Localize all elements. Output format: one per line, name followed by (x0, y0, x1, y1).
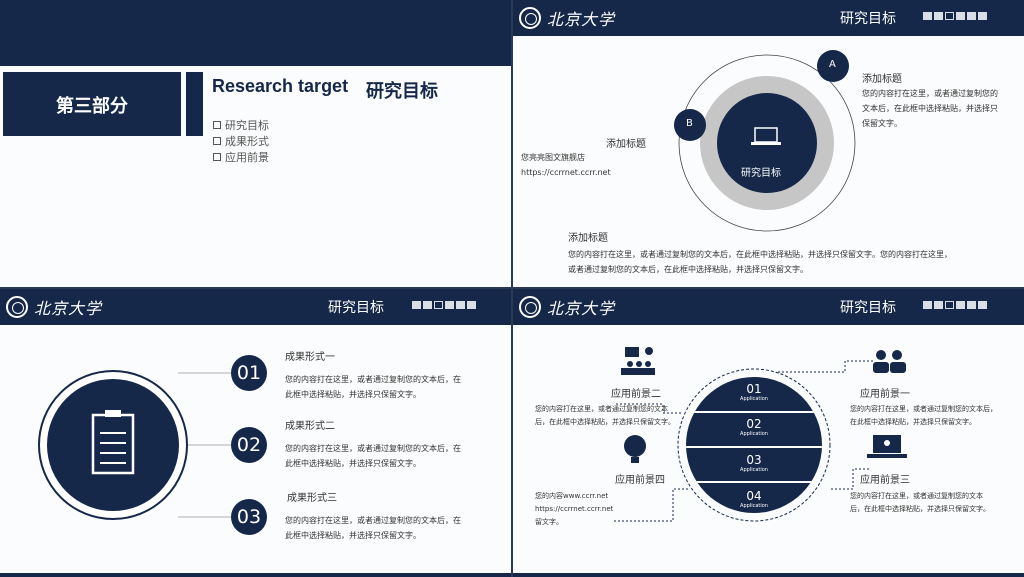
prospect-1-title: 应用前景一 (860, 389, 910, 400)
section-label: 第三部分 (56, 96, 128, 117)
checkbox-icon (213, 137, 221, 145)
item-number: 03 (231, 499, 267, 535)
band-2: 02 Application (740, 417, 768, 437)
item-number: 02 (231, 427, 267, 463)
prospect-4-title: 应用前景四 (615, 475, 665, 486)
center-label: 研究目标 (741, 168, 781, 179)
bottom-band (0, 573, 511, 577)
badge-a: A (829, 59, 836, 70)
title-en: Research target (212, 76, 349, 96)
a-text: 您的内容打在这里，或者通过复制您的 文本后，在此框中选择粘贴，并选择只 保留文字。 (862, 89, 998, 128)
item-text: 您的内容打在这里，或者通过复制您的文本后，在 此框中选择粘贴，并选择只保留文字。 (285, 444, 461, 468)
a-title: 添加标题 (862, 74, 902, 85)
prospect-4-text: 您的内容www.ccrr.net https://ccrrnet.ccrr.net… (535, 492, 614, 526)
prospect-2-title: 应用前景二 (611, 389, 661, 400)
band-4: 04 Application (740, 489, 768, 509)
slide-results: 北京大学 研究目标 01 02 03 成果形式一 您的内容打在这里，或者通过复制… (0, 289, 511, 577)
slide-applications: 北京大学 研究目标 01 Application 02 Application … (513, 289, 1024, 577)
bullet-item: 成果形式 (213, 134, 269, 150)
band-1: 01 Application (740, 382, 768, 402)
slide-section-cover: 第三部分 Research target 研究目标 研究目标 成果形式 应用前景 (0, 0, 511, 287)
prospect-1-text: 您的内容打在这里，或者通过复制您的文本后， 在此框中选择粘贴，并选择只保留文字。 (850, 405, 997, 426)
b-title: 添加标题 (606, 139, 646, 150)
item-number: 01 (231, 355, 267, 391)
slide-research-target: 北京大学 研究目标 研究目标 A B 添加标题 您的内容打在这里，或者通过复制您… (513, 0, 1024, 287)
item-text: 您的内容打在这里，或者通过复制您的文本后，在 此框中选择粘贴，并选择只保留文字。 (285, 516, 461, 540)
item-title: 成果形式三 (287, 493, 337, 504)
c-text: 您的内容打在这里，或者通过复制您的文本后，在此框中选择粘贴，并选择只保留文字。您… (568, 250, 952, 274)
prospect-2-text: 您的内容打在这里，或者通过复制您的文本 后，在此框中选择粘贴，并选择只保留文字。 (535, 405, 675, 426)
bullet-item: 研究目标 (213, 118, 269, 134)
laptop-video-icon (867, 435, 907, 458)
idea-icon (624, 435, 646, 463)
team-icon (873, 350, 906, 373)
prospect-3-text: 您的内容打在这里，或者通过复制您的文本 后，在此框中选择粘贴，并选择只保留文字。 (850, 492, 990, 513)
item-title: 成果形式一 (285, 352, 335, 363)
title-cn: 研究目标 (366, 81, 438, 102)
item-text: 您的内容打在这里，或者通过复制您的文本后，在 此框中选择粘贴，并选择只保留文字。 (285, 375, 461, 399)
c-title: 添加标题 (568, 233, 608, 244)
checkbox-icon (213, 121, 221, 129)
checkbox-icon (213, 153, 221, 161)
prospect-3-title: 应用前景三 (860, 475, 910, 486)
section-divider (186, 72, 203, 136)
bottom-band (513, 573, 1024, 577)
band-3: 03 Application (740, 453, 768, 473)
bullet-list: 研究目标 成果形式 应用前景 (213, 118, 269, 166)
badge-b: B (686, 118, 693, 129)
bullet-item: 应用前景 (213, 150, 269, 166)
top-band (0, 0, 511, 66)
item-title: 成果形式二 (285, 421, 335, 432)
b-text: 您亮亮图文旗舰店 https://ccrrnet.ccrr.net (521, 153, 611, 177)
meeting-icon (621, 347, 655, 375)
